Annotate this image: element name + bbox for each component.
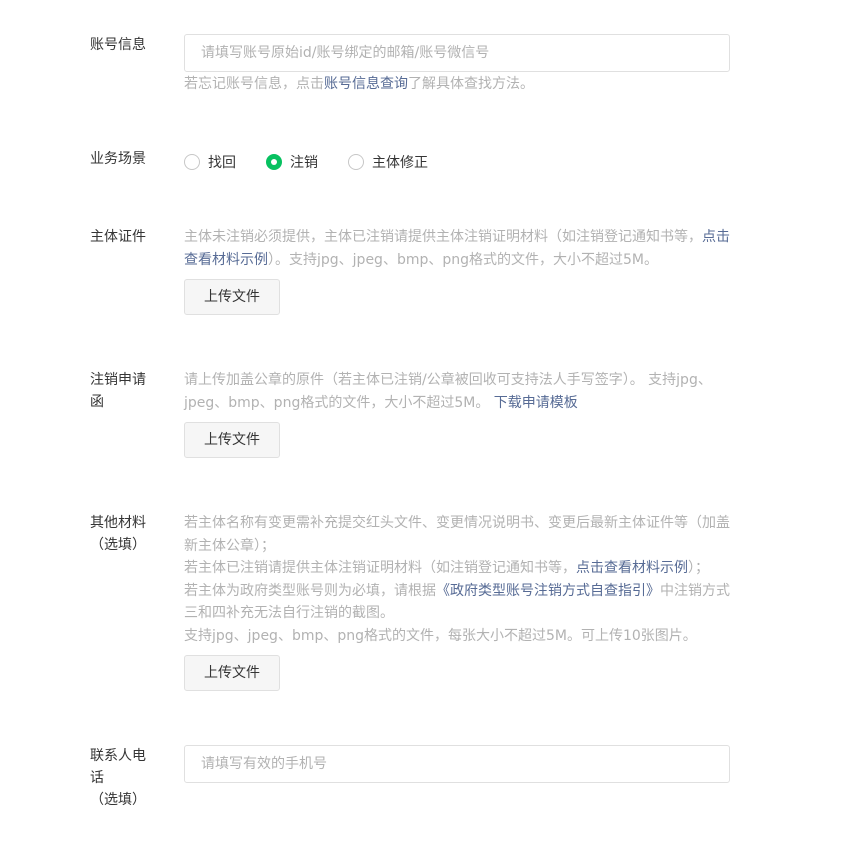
account-info-tip-suffix: 了解具体查找方法。 [408,76,534,92]
gov-account-guide-link[interactable]: 《政府类型账号注销方式自查指引》 [436,583,660,599]
other-materials-tip-3: 若主体为政府类型账号则为必填，请根据《政府类型账号注销方式自查指引》中注销方式三… [184,580,730,625]
scene-radio-group: 找回 注销 主体修正 [184,151,730,173]
cancel-letter-upload-button[interactable]: 上传文件 [184,422,280,458]
scene-option-label: 找回 [208,155,236,171]
cancel-letter-tip-prefix: 请上传加盖公章的原件（若主体已注销/公章被回收可支持法人手写签字）。 支持jpg… [184,372,712,411]
entity-cert-field: 主体未注销必须提供，主体已注销请提供主体注销证明材料（如注销登记通知书等，点击查… [184,226,730,315]
other-materials-tip-2-prefix: 若主体已注销请提供主体注销证明材料（如注销登记通知书等， [184,560,576,576]
contact-phone-label: 联系人电 话 （选填） [90,748,146,808]
scene-field: 找回 注销 主体修正 [184,151,730,173]
entity-cert-upload-button[interactable]: 上传文件 [184,279,280,315]
scene-option-cancel[interactable]: 注销 [266,152,318,172]
download-template-link[interactable]: 下载申请模板 [494,395,578,411]
account-info-tip: 若忘记账号信息，点击账号信息查询了解具体查找方法。 [184,73,730,96]
account-info-label: 账号信息 [90,37,146,53]
other-materials-field: 若主体名称有变更需补充提交红头文件、变更情况说明书、变更后最新主体证件等（加盖新… [184,512,730,691]
scene-option-recover[interactable]: 找回 [184,152,236,172]
other-materials-upload-button[interactable]: 上传文件 [184,655,280,691]
entity-cert-tip-suffix: ）。支持jpg、jpeg、bmp、png格式的文件，大小不超过5M。 [268,251,658,268]
other-materials-label: 其他材料 （选填） [90,515,146,553]
scene-option-label: 注销 [290,155,318,171]
other-materials-tip-2: 若主体已注销请提供主体注销证明材料（如注销登记通知书等，点击查看材料示例）； [184,557,730,580]
cancel-letter-label: 注销申请 函 [90,372,146,410]
account-info-query-link[interactable]: 账号信息查询 [324,76,408,92]
other-materials-tip-3-prefix: 若主体为政府类型账号则为必填，请根据 [184,582,436,599]
other-materials-tip-1: 若主体名称有变更需补充提交红头文件、变更情况说明书、变更后最新主体证件等（加盖新… [184,515,730,554]
radio-unchecked-icon[interactable] [184,154,200,170]
cancel-letter-tip: 请上传加盖公章的原件（若主体已注销/公章被回收可支持法人手写签字）。 支持jpg… [184,369,730,414]
entity-cert-tip-prefix: 主体未注销必须提供，主体已注销请提供主体注销证明材料（如注销登记通知书等， [184,229,702,245]
radio-unchecked-icon[interactable] [348,154,364,170]
contact-phone-input[interactable] [184,745,730,783]
scene-option-label: 主体修正 [372,155,428,171]
radio-checked-icon[interactable] [266,154,282,170]
scene-label: 业务场景 [90,151,146,167]
account-info-input[interactable] [184,34,730,72]
contact-phone-field [184,745,730,783]
account-info-field: 若忘记账号信息，点击账号信息查询了解具体查找方法。 [184,34,730,96]
other-materials-tip-2-suffix: ）； [688,560,709,576]
other-materials-tip-4: 支持jpg、jpeg、bmp、png格式的文件，每张大小不超过5M。可上传10张… [184,627,697,644]
entity-cert-tip: 主体未注销必须提供，主体已注销请提供主体注销证明材料（如注销登记通知书等，点击查… [184,226,730,271]
cancel-letter-field: 请上传加盖公章的原件（若主体已注销/公章被回收可支持法人手写签字）。 支持jpg… [184,369,730,458]
entity-cert-label: 主体证件 [90,229,146,245]
scene-option-entity-correction[interactable]: 主体修正 [348,152,428,172]
other-materials-example-link[interactable]: 点击查看材料示例 [576,560,688,576]
account-info-tip-prefix: 若忘记账号信息，点击 [184,76,324,92]
